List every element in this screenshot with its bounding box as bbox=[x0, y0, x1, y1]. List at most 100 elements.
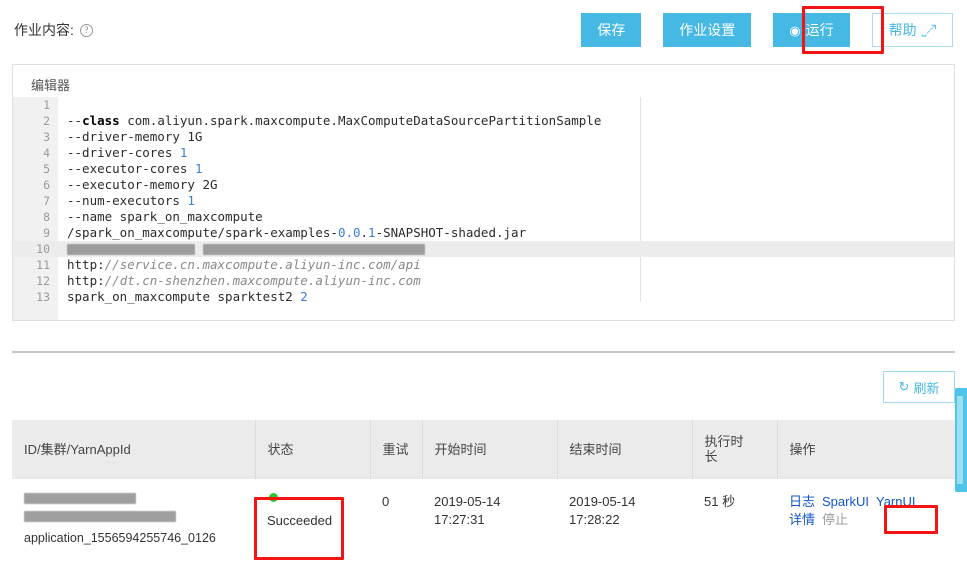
cell-end-time: 2019-05-14 17:28:22 bbox=[557, 478, 692, 561]
redacted-text bbox=[24, 511, 176, 522]
code-token: 2 bbox=[300, 289, 308, 304]
code-line-text: --num-executors 1 bbox=[58, 193, 195, 209]
line-number: 10 bbox=[36, 242, 50, 256]
cell-id: application_1556594255746_0126 bbox=[12, 478, 255, 561]
code-line-text: http://dt.cn-shenzhen.maxcompute.aliyun-… bbox=[58, 273, 421, 289]
column-header-status: 状态 bbox=[255, 420, 371, 479]
status-indicator-dot bbox=[269, 493, 278, 502]
code-token: --driver-cores bbox=[67, 145, 180, 160]
code-token: --driver-memory 1G bbox=[67, 129, 203, 144]
cell-duration: 51 秒 bbox=[692, 478, 777, 561]
code-line[interactable]: 11 http://service.cn.maxcompute.aliyun-in… bbox=[13, 257, 954, 273]
section-divider bbox=[12, 351, 955, 353]
code-token: http: bbox=[67, 257, 105, 272]
code-line-text bbox=[58, 241, 425, 257]
line-number: 11 bbox=[36, 258, 50, 272]
cell-status: Succeeded bbox=[255, 478, 370, 561]
code-token: /spark_on_maxcompute/spark-examples- bbox=[67, 225, 338, 240]
cell-actions: 日志 SparkUI YarnUI 详情 停止 bbox=[777, 478, 955, 561]
column-header-start: 开始时间 bbox=[422, 420, 558, 479]
line-number: 12 bbox=[36, 274, 50, 288]
run-button[interactable]: ◉ 运行 bbox=[773, 13, 850, 47]
refresh-button[interactable]: ↻ 刷新 bbox=[883, 371, 955, 403]
job-instances-table: ID/集群/YarnAppId 状态 重试 开始时间 结束时间 执行时长 操作 … bbox=[12, 420, 955, 561]
code-line-text: /spark_on_maxcompute/spark-examples-0.0.… bbox=[58, 225, 526, 241]
line-number: 4 bbox=[43, 146, 50, 160]
code-line[interactable]: 2 --class com.aliyun.spark.maxcompute.Max… bbox=[13, 113, 954, 129]
action-link-4: 停止 bbox=[822, 512, 849, 527]
refresh-button-label: 刷新 bbox=[913, 380, 940, 396]
column-header-status-label: 状态 bbox=[267, 441, 294, 457]
code-line[interactable]: 3 --driver-memory 1G bbox=[13, 129, 954, 145]
code-line-text: --name spark_on_maxcompute bbox=[58, 209, 263, 225]
code-line[interactable]: 7 --num-executors 1 bbox=[13, 193, 954, 209]
column-header-start-label: 开始时间 bbox=[434, 441, 487, 457]
code-token: 0.0 bbox=[337, 225, 361, 240]
code-line[interactable]: 4 --driver-cores 1 bbox=[13, 145, 954, 161]
code-line-text: --driver-cores 1 bbox=[58, 145, 187, 161]
action-link-0[interactable]: 日志 bbox=[789, 494, 815, 509]
code-line[interactable]: 10 bbox=[13, 241, 954, 257]
code-token: --executor-memory 2G bbox=[67, 177, 218, 192]
redacted-text bbox=[67, 244, 195, 255]
save-button[interactable]: 保存 bbox=[581, 13, 642, 47]
code-line-text: spark_on_maxcompute sparktest2 2 bbox=[58, 289, 308, 305]
side-panel-tab-inner bbox=[957, 396, 963, 484]
line-number: 6 bbox=[43, 178, 50, 192]
code-token: --executor-cores bbox=[67, 161, 195, 176]
column-header-duration: 执行时长 bbox=[692, 420, 778, 479]
column-header-duration-label: 执行时长 bbox=[704, 434, 744, 464]
code-token: --num-executors bbox=[67, 193, 188, 208]
code-line[interactable]: 5 --executor-cores 1 bbox=[13, 161, 954, 177]
code-line[interactable]: 13 spark_on_maxcompute sparktest2 2 bbox=[13, 289, 954, 305]
end-time-clock: 17:28:22 bbox=[569, 512, 620, 527]
line-number: 5 bbox=[43, 162, 50, 176]
redacted-text bbox=[24, 493, 136, 504]
job-settings-button[interactable]: 作业设置 bbox=[663, 13, 752, 47]
column-header-end-label: 结束时间 bbox=[569, 441, 622, 457]
line-number: 2 bbox=[43, 114, 50, 128]
cell-start-time: 2019-05-14 17:27:31 bbox=[422, 478, 557, 561]
code-line-text: --executor-memory 2G bbox=[58, 177, 218, 193]
action-link-3[interactable]: 详情 bbox=[789, 512, 815, 527]
column-header-end: 结束时间 bbox=[557, 420, 693, 479]
code-line[interactable]: 9/spark_on_maxcompute/spark-examples-0.0… bbox=[13, 225, 954, 241]
code-line[interactable]: 1 bbox=[13, 97, 954, 113]
external-link-icon: ⎵↗ bbox=[921, 23, 936, 37]
code-token: class bbox=[82, 113, 120, 128]
redacted-text bbox=[202, 244, 425, 255]
job-settings-button-label: 作业设置 bbox=[679, 22, 736, 38]
page-title-label: 作业内容: bbox=[14, 22, 74, 38]
code-token: http: bbox=[67, 273, 105, 288]
code-token: spark_on_maxcompute sparktest2 bbox=[67, 289, 301, 304]
code-line-text: --class com.aliyun.spark.maxcompute.MaxC… bbox=[58, 113, 601, 129]
code-token: --name spark_on_maxcompute bbox=[67, 209, 263, 224]
column-header-retry-label: 重试 bbox=[382, 441, 409, 457]
column-header-id: ID/集群/YarnAppId bbox=[12, 420, 256, 479]
refresh-icon: ↻ bbox=[898, 379, 910, 394]
code-token: 1 bbox=[194, 161, 203, 176]
table-header-row: ID/集群/YarnAppId 状态 重试 开始时间 结束时间 执行时长 操作 bbox=[12, 420, 955, 479]
side-panel-tab[interactable] bbox=[955, 388, 967, 492]
line-number: 1 bbox=[43, 98, 50, 112]
help-button[interactable]: 帮助 ⎵↗ bbox=[871, 13, 953, 47]
code-token: 1 bbox=[187, 193, 195, 208]
question-mark-circle-icon[interactable]: ? bbox=[79, 23, 93, 37]
save-button-label: 保存 bbox=[597, 22, 626, 38]
page-title: 作业内容: ? bbox=[14, 20, 93, 40]
help-button-label: 帮助 bbox=[888, 22, 917, 38]
code-line[interactable]: 12 http://dt.cn-shenzhen.maxcompute.aliyu… bbox=[13, 273, 954, 289]
code-token: com.aliyun.spark.maxcompute.MaxComputeDa… bbox=[119, 113, 602, 128]
action-link-2[interactable]: YarnUI bbox=[876, 494, 916, 509]
column-header-actions-label: 操作 bbox=[789, 441, 816, 457]
run-button-label: 运行 bbox=[805, 22, 834, 38]
code-line[interactable]: 8 --name spark_on_maxcompute bbox=[13, 209, 954, 225]
column-header-actions: 操作 bbox=[777, 420, 955, 479]
code-editor[interactable]: 1 2 --class com.aliyun.spark.maxcompute.Ma… bbox=[13, 97, 954, 320]
action-link-1[interactable]: SparkUI bbox=[822, 494, 869, 509]
code-line[interactable]: 6 --executor-memory 2G bbox=[13, 177, 954, 193]
play-circle-icon: ◉ bbox=[789, 22, 801, 38]
line-number: 7 bbox=[43, 194, 50, 208]
